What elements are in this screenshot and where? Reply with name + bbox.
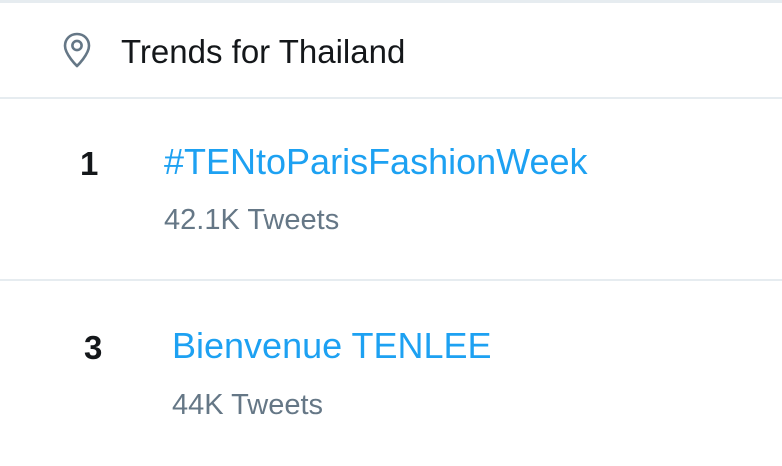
trends-header: Trends for Thailand [0, 3, 782, 99]
trend-link[interactable]: #TENtoParisFashionWeek [164, 140, 588, 184]
tweet-count: 44K Tweets [172, 389, 324, 421]
trend-item[interactable]: 3 Bienvenue TENLEE 44K Tweets [0, 281, 782, 466]
trend-rank: 3 [84, 329, 103, 366]
tweet-count: 42.1K Tweets [164, 204, 340, 236]
header-title: Trends for Thailand [121, 33, 406, 70]
trend-link[interactable]: Bienvenue TENLEE [172, 324, 492, 368]
trends-panel: Trends for Thailand 1 #TENtoParisFashion… [0, 0, 782, 466]
trend-rank: 1 [80, 145, 99, 182]
location-pin-icon [63, 32, 91, 68]
trend-item[interactable]: 1 #TENtoParisFashionWeek 42.1K Tweets [0, 99, 782, 281]
